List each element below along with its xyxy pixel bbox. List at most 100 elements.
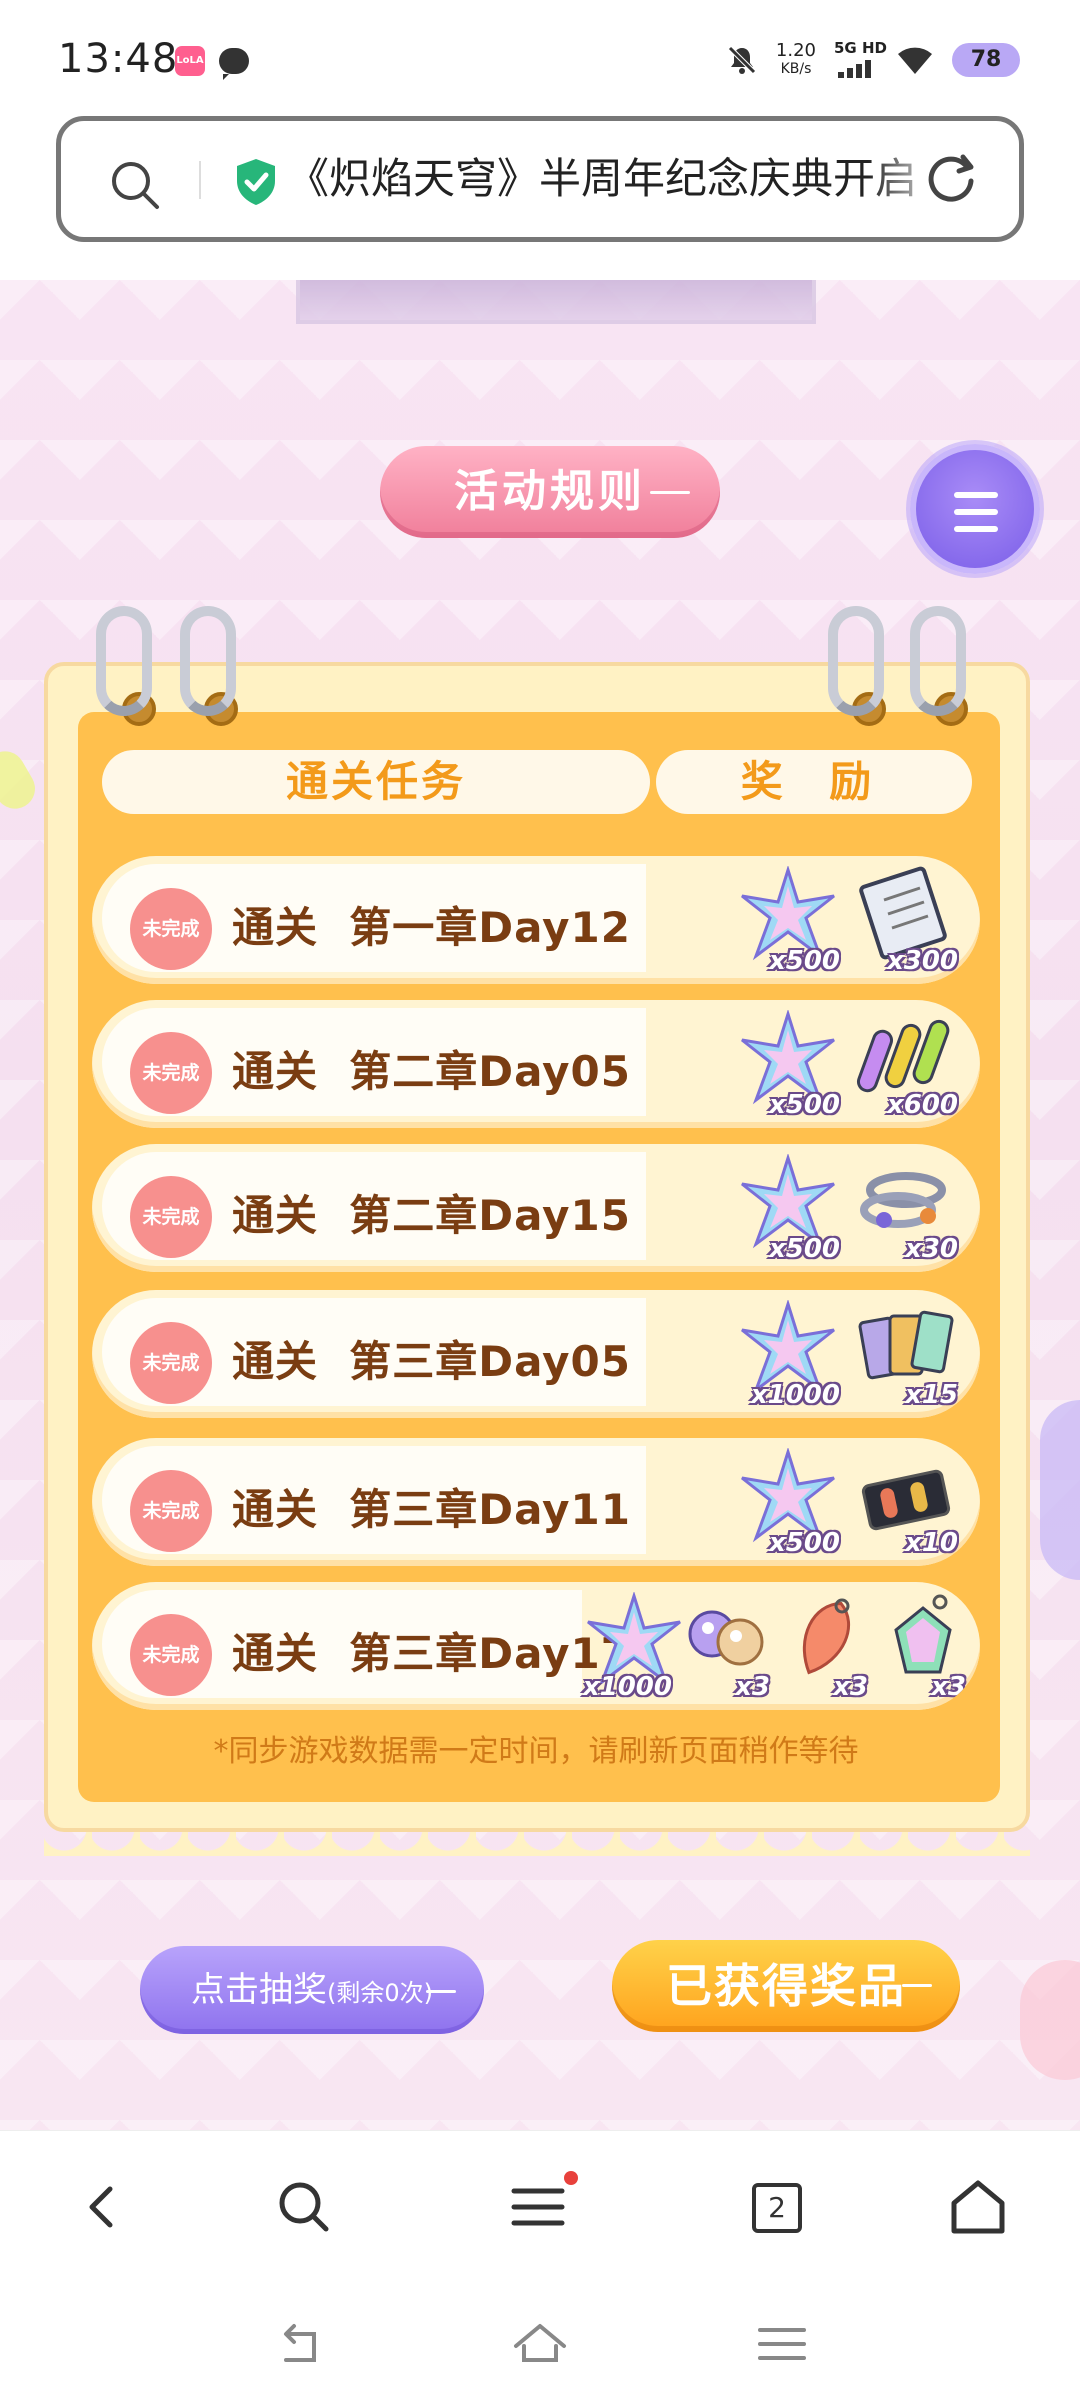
reward-item: x500 [732,1150,842,1266]
chat-notification-icon [219,48,249,80]
address-divider [199,161,201,199]
page-title[interactable]: 《炽焰天穹》半周年纪念庆典开启 [287,149,947,209]
reward-quantity: x30 [905,1234,958,1264]
menu-icon [954,526,998,532]
signal-bars-icon [838,60,871,78]
reward-quantity: x500 [768,1090,840,1120]
reward-quantity: x3 [833,1672,868,1702]
reload-icon[interactable] [923,151,979,207]
tabs-button[interactable]: 2 [744,2175,808,2239]
binder-ring [96,606,152,716]
lola-app-icon: LoLA [175,46,205,76]
menu-button[interactable] [910,444,1040,574]
task-row: 未完成 通关 第一章Day12 x500 x300 [92,856,980,984]
task-name: 通关 第三章Day17 [232,1629,631,1678]
status-indicators: 1.20 KB/s 5G HD 78 [726,40,1020,78]
system-home-icon[interactable] [510,2316,570,2372]
reward-item: x500 [732,1444,842,1560]
task-cell: 未完成 通关 第三章Day17 [102,1590,630,1698]
system-recents-icon[interactable] [752,2316,812,2372]
reward-quantity: x3 [931,1672,966,1702]
status-badge: 未完成 [130,1176,212,1258]
network-type: 5G HD [834,39,887,57]
reward-quantity: x500 [768,1528,840,1558]
back-icon[interactable] [70,2175,134,2239]
status-bar: 13:48 LoLA 1.20 KB/s 5G HD 78 [0,0,1080,110]
reward-item: x300 [850,862,960,978]
draw-button-label: 点击抽奖 [191,1970,327,2010]
task-cell: 未完成 通关 第三章Day11 [102,1446,646,1554]
binder-ring [910,606,966,716]
search-icon[interactable] [272,2175,336,2239]
status-badge: 未完成 [130,888,212,970]
reward-item: x15 [850,1296,960,1412]
task-row: 未完成 通关 第三章Day17 x1000 x3 x3 x3 [92,1582,980,1710]
binder-ring [828,606,884,716]
my-prizes-button[interactable]: 已获得奖品 [612,1940,960,2032]
reward-quantity: x300 [886,946,958,976]
header-task: 通关任务 [102,750,650,814]
decoration [1020,1960,1080,2080]
hamburger-icon [511,2188,565,2226]
status-badge: 未完成 [130,1614,212,1696]
event-page: 活动规则 通关任务 奖 励 未完成 通关 第一章Day12 x500 x300 未完成通… [0,280,1080,2130]
reward-item: x30 [850,1150,960,1266]
reward-item: x3 [676,1588,772,1704]
address-bar[interactable]: 《炽焰天穹》半周年纪念庆典开启 [56,116,1024,242]
search-icon[interactable] [109,159,161,211]
reward-quantity: x500 [768,1234,840,1264]
reward-list: x500 x300 [732,862,960,978]
reward-list: x500 x600 [732,1006,960,1122]
reward-item: x500 [732,862,842,978]
task-row: 未完成 通关 第二章Day05 x500 x600 [92,1000,980,1128]
reward-quantity: x500 [768,946,840,976]
task-row: 未完成 通关 第三章Day11 x500 x10 [92,1438,980,1566]
reward-item: x1000 [732,1296,842,1412]
wifi-icon [898,47,932,74]
button-decoration [426,1990,456,1993]
reward-item: x1000 [578,1588,681,1704]
reward-quantity: x15 [905,1380,958,1410]
signal-block: 5G HD [834,40,887,78]
reward-list: x500 x10 [732,1444,960,1560]
task-name: 通关 第三章Day05 [232,1337,631,1386]
system-back-icon[interactable] [270,2316,330,2372]
battery-indicator: 78 [952,43,1020,77]
tab-count: 2 [752,2183,802,2233]
decoration [0,744,43,816]
sync-footnote: *同步游戏数据需一定时间，请刷新页面稍作等待 [213,1734,859,1769]
status-badge: 未完成 [130,1322,212,1404]
net-speed-value: 1.20 [775,40,816,61]
draw-lottery-button[interactable]: 点击抽奖(剩余0次) [140,1946,484,2034]
task-cell: 未完成 通关 第二章Day15 [102,1152,646,1260]
status-badge: 未完成 [130,1032,212,1114]
net-speed-unit: KB/s [780,61,812,77]
reward-item: x10 [850,1444,960,1560]
header-reward: 奖 励 [656,750,972,814]
prizes-button-label: 已获得奖品 [666,1959,906,2013]
reward-quantity: x1000 [582,1672,672,1702]
button-decoration [902,1984,932,1987]
net-speed: 1.20 KB/s [776,42,816,78]
task-cell: 未完成 通关 第一章Day12 [102,864,646,972]
menu-icon [954,492,998,498]
menu-icon [954,509,998,515]
reward-list: x500 x30 [732,1150,960,1266]
reward-item: x3 [872,1588,968,1704]
system-navigation [0,2280,1080,2408]
home-icon[interactable] [946,2175,1010,2239]
task-name: 通关 第三章Day11 [232,1485,631,1534]
reward-quantity: x1000 [750,1380,840,1410]
draw-remaining: (剩余0次) [327,1979,433,2007]
task-cell: 未完成 通关 第三章Day05 [102,1298,646,1406]
reward-quantity: x3 [735,1672,770,1702]
activity-rules-button[interactable]: 活动规则 [380,446,720,538]
menu-button[interactable] [506,2171,578,2239]
decoration [1040,1400,1080,1580]
reward-list: x1000 x3 x3 x3 [578,1588,968,1704]
reward-item: x3 [774,1588,870,1704]
status-badge: 未完成 [130,1470,212,1552]
reward-quantity: x10 [905,1528,958,1558]
notification-dot [564,2171,578,2185]
secure-shield-icon[interactable] [233,157,279,207]
